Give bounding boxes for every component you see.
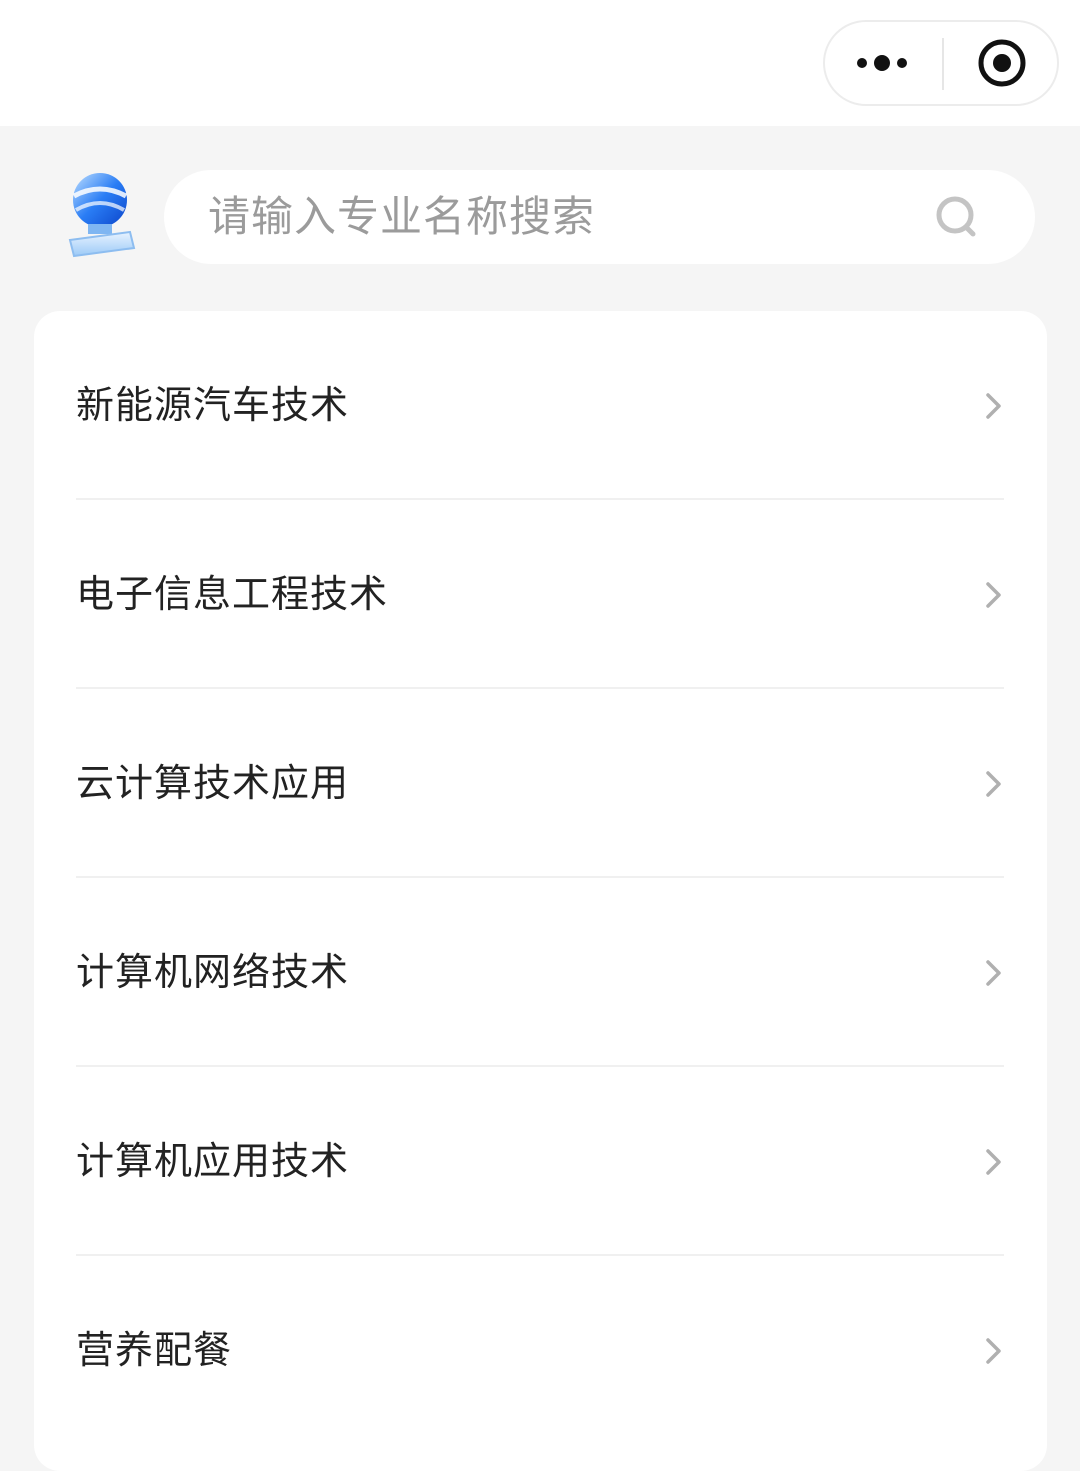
list-item[interactable]: 新能源汽车技术 — [34, 311, 1047, 500]
chevron-right-icon — [986, 960, 1001, 986]
list-item[interactable]: 营养配餐 — [34, 1256, 1047, 1445]
search-row: 请输入专业名称搜索 — [0, 126, 1080, 306]
app-logo — [64, 170, 140, 260]
search-icon[interactable] — [934, 194, 982, 242]
major-label: 电子信息工程技术 — [76, 572, 389, 616]
chevron-right-icon — [986, 582, 1001, 608]
more-button[interactable] — [825, 22, 943, 104]
major-label: 营养配餐 — [76, 1328, 233, 1372]
chevron-right-icon — [986, 1149, 1001, 1175]
search-input[interactable]: 请输入专业名称搜索 — [164, 170, 1035, 264]
major-label: 云计算技术应用 — [76, 761, 350, 805]
chevron-right-icon — [986, 1338, 1001, 1364]
major-label: 计算机网络技术 — [76, 950, 350, 994]
menu-capsule — [823, 20, 1059, 106]
chevron-right-icon — [986, 393, 1001, 419]
major-list: 新能源汽车技术 电子信息工程技术 云计算技术应用 计算机网络技术 计算机应用技术… — [34, 311, 1047, 1471]
target-circle-icon — [978, 39, 1025, 87]
app-logo-icon — [68, 173, 136, 258]
list-item[interactable]: 计算机网络技术 — [34, 878, 1047, 1067]
search-placeholder: 请输入专业名称搜索 — [208, 192, 596, 241]
chevron-right-icon — [986, 771, 1001, 797]
list-item[interactable]: 计算机应用技术 — [34, 1067, 1047, 1256]
list-item[interactable]: 云计算技术应用 — [34, 689, 1047, 878]
top-navigation-bar — [0, 0, 1080, 126]
major-label: 新能源汽车技术 — [76, 383, 350, 427]
close-miniprogram-button[interactable] — [944, 22, 1059, 104]
more-dots-icon — [857, 55, 907, 71]
major-label: 计算机应用技术 — [76, 1139, 350, 1183]
list-item[interactable]: 电子信息工程技术 — [34, 500, 1047, 689]
